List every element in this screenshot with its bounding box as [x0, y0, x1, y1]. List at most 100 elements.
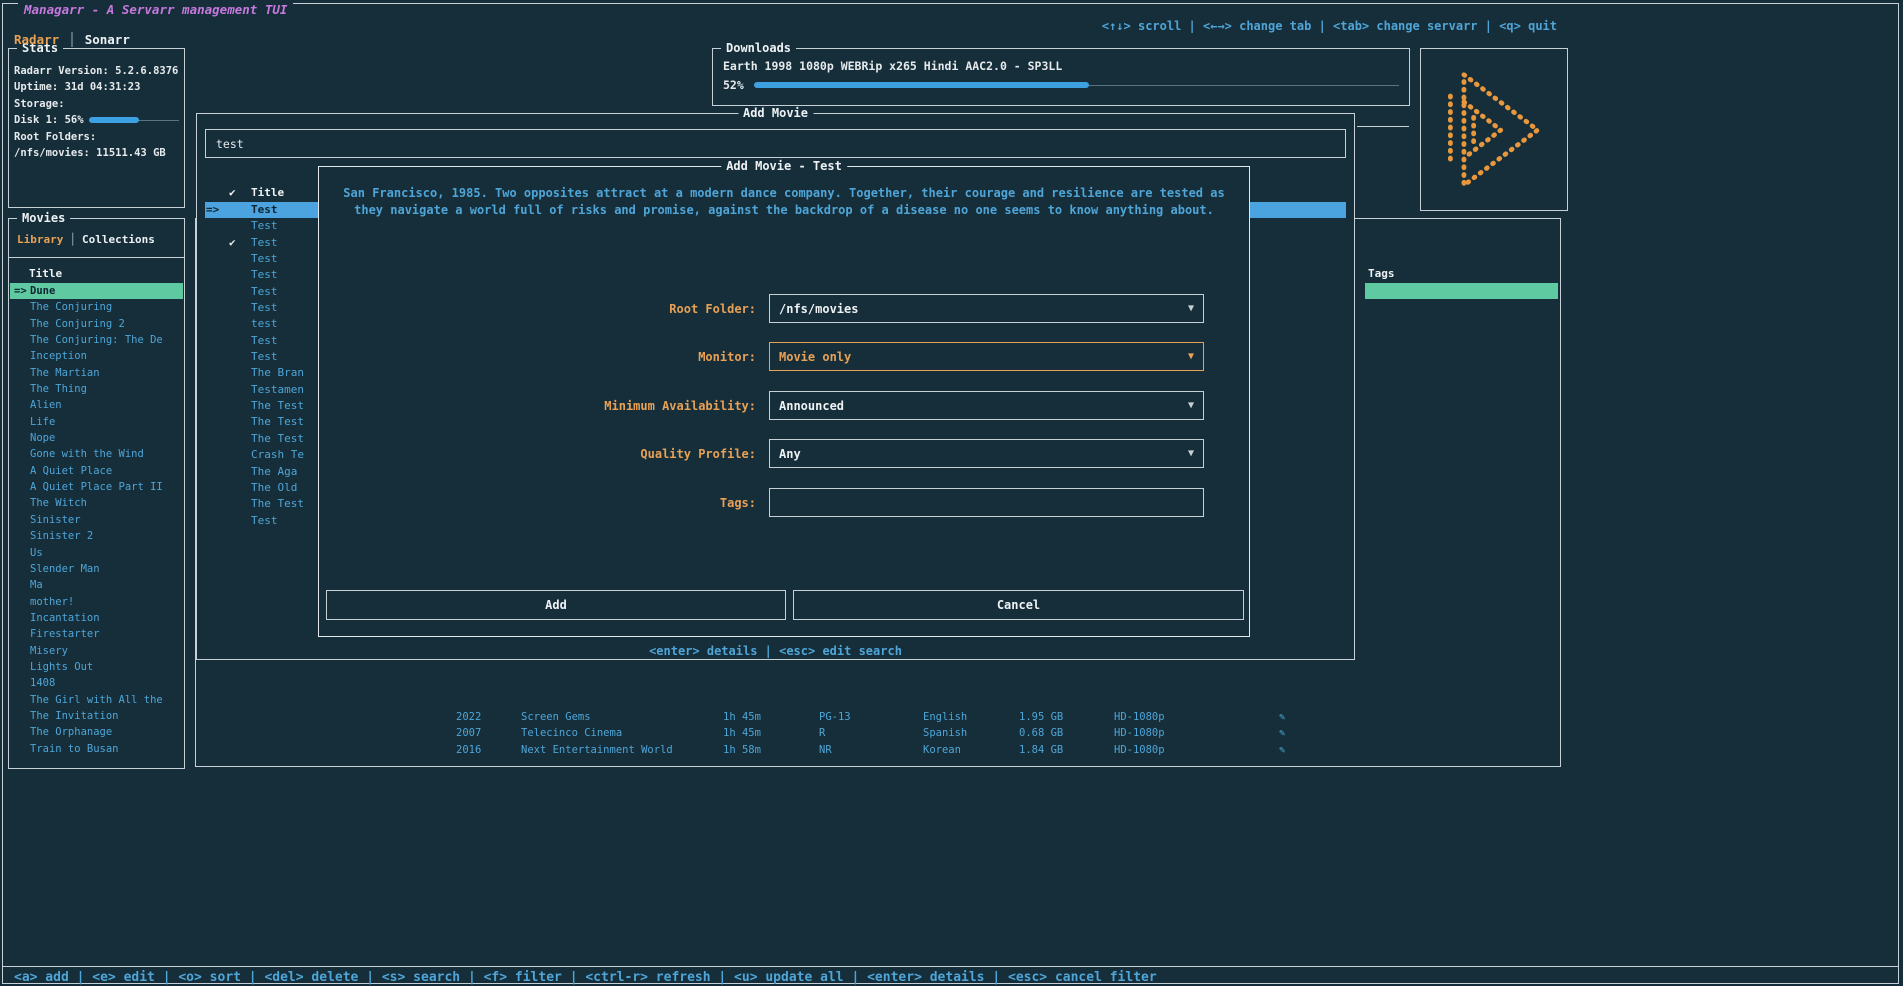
- language-cell: English: [923, 709, 967, 725]
- movie-row[interactable]: Ma: [10, 577, 183, 593]
- result-title: Test: [251, 301, 278, 314]
- tab-radarr[interactable]: Radarr: [14, 32, 59, 47]
- chevron-down-icon: ▼: [1188, 351, 1194, 362]
- movie-row[interactable]: Inception: [10, 348, 183, 364]
- movie-row[interactable]: Gone with the Wind: [10, 446, 183, 462]
- minimum-availability-row: Minimum Availability: Announced ▼: [339, 391, 1204, 420]
- movie-title: Us: [30, 547, 43, 559]
- movie-row[interactable]: Incantation: [10, 610, 183, 626]
- tags-label: Tags:: [339, 496, 769, 510]
- monitor-select[interactable]: Movie only ▼: [769, 342, 1204, 371]
- disk-usage-gauge: [89, 116, 179, 124]
- movie-row[interactable]: The Conjuring 2: [10, 316, 183, 332]
- minimum-availability-select[interactable]: Announced ▼: [769, 391, 1204, 420]
- root-folder-select[interactable]: /nfs/movies ▼: [769, 294, 1204, 323]
- movie-title: Train to Busan: [30, 743, 119, 755]
- download-progress-row: 52%: [713, 73, 1409, 92]
- movie-row[interactable]: Slender Man: [10, 561, 183, 577]
- certification-cell: R: [819, 725, 825, 741]
- movie-row[interactable]: The Martian: [10, 365, 183, 381]
- movie-search-box[interactable]: [205, 129, 1346, 158]
- movie-row[interactable]: Alien: [10, 397, 183, 413]
- movie-row[interactable]: Us: [10, 545, 183, 561]
- add-button[interactable]: Add: [326, 590, 786, 620]
- movie-title: The Conjuring: [30, 301, 112, 313]
- result-title: Test: [251, 285, 278, 298]
- table-row[interactable]: 2007 Telecinco Cinema 1h 45m R Spanish 0…: [196, 725, 1560, 741]
- movie-row[interactable]: Misery: [10, 643, 183, 659]
- movie-row[interactable]: The Conjuring: The De: [10, 332, 183, 348]
- tab-sonarr[interactable]: Sonarr: [85, 32, 130, 47]
- chevron-down-icon: ▼: [1188, 303, 1194, 314]
- language-cell: Korean: [923, 742, 961, 758]
- result-title: Crash Te: [251, 448, 304, 461]
- movie-row[interactable]: Firestarter: [10, 626, 183, 642]
- movie-title: Alien: [30, 399, 62, 411]
- language-cell: Spanish: [923, 725, 967, 741]
- movie-row[interactable]: 1408: [10, 675, 183, 691]
- movie-row[interactable]: The Orphanage: [10, 724, 183, 740]
- footer-separator-line: [3, 966, 1898, 967]
- runtime-cell: 1h 45m: [723, 709, 761, 725]
- pencil-icon: ✎: [1279, 709, 1285, 725]
- root-folder-value: /nfs/movies: 11511.43 GB: [14, 145, 179, 161]
- quality-profile-label: Quality Profile:: [339, 447, 769, 461]
- movie-title: Incantation: [30, 612, 100, 624]
- movie-title: The Thing: [30, 383, 87, 395]
- movie-row[interactable]: A Quiet Place Part II: [10, 479, 183, 495]
- size-cell: 1.95 GB: [1019, 709, 1063, 725]
- movie-row[interactable]: The Thing: [10, 381, 183, 397]
- app-title: Managarr - A Servarr management TUI: [18, 2, 293, 17]
- runtime-cell: 1h 45m: [723, 725, 761, 741]
- minimum-availability-label: Minimum Availability:: [339, 399, 769, 413]
- movie-row[interactable]: mother!: [10, 594, 183, 610]
- tab-library[interactable]: Library: [17, 233, 63, 246]
- result-title: The Test: [251, 432, 304, 445]
- movie-row[interactable]: Nope: [10, 430, 183, 446]
- result-title: Test: [251, 514, 278, 527]
- movie-row[interactable]: The Witch: [10, 495, 183, 511]
- size-cell: 1.84 GB: [1019, 742, 1063, 758]
- downloads-panel-title: Downloads: [721, 41, 796, 55]
- title-column-header: Title: [29, 267, 62, 280]
- result-title: Test: [251, 334, 278, 347]
- storage-heading: Storage:: [14, 96, 179, 112]
- tabs-separator-line: [9, 257, 184, 258]
- disk-usage-label: Disk 1: 56%: [14, 112, 84, 128]
- movie-row[interactable]: The Girl with All the: [10, 692, 183, 708]
- tab-separator: │: [68, 32, 76, 47]
- result-title: Test: [251, 268, 278, 281]
- footer-keybind-help: <a> add | <e> edit | <o> sort | <del> de…: [14, 970, 1157, 985]
- top-keybind-help: <↑↓> scroll | <←→> change tab | <tab> ch…: [1102, 19, 1557, 33]
- result-title: Test: [251, 252, 278, 265]
- movie-row[interactable]: The Invitation: [10, 708, 183, 724]
- movie-title: mother!: [30, 596, 74, 608]
- movie-row[interactable]: The Conjuring: [10, 299, 183, 315]
- selected-row-highlight: [1365, 283, 1558, 299]
- check-column-header: ✔: [229, 186, 251, 199]
- monitor-value: Movie only: [779, 350, 851, 364]
- selected-row-marker: =>: [14, 283, 30, 299]
- tags-input[interactable]: [769, 488, 1204, 517]
- movie-title: The Girl with All the: [30, 694, 163, 706]
- cancel-button[interactable]: Cancel: [793, 590, 1244, 620]
- movie-row[interactable]: Sinister: [10, 512, 183, 528]
- stats-body: Radarr Version: 5.2.6.8376 Uptime: 31d 0…: [9, 49, 184, 161]
- movie-row[interactable]: Sinister 2: [10, 528, 183, 544]
- root-folders-heading: Root Folders:: [14, 129, 179, 145]
- table-row[interactable]: 2022 Screen Gems 1h 45m PG-13 English 1.…: [196, 709, 1560, 725]
- logo-panel: [1420, 48, 1568, 211]
- add-movie-details-popup: Add Movie - Test San Francisco, 1985. Tw…: [318, 166, 1250, 637]
- movie-search-input[interactable]: [214, 136, 1337, 152]
- quality-profile-select[interactable]: Any ▼: [769, 439, 1204, 468]
- servarr-tabs: Radarr │ Sonarr: [14, 32, 139, 47]
- table-row[interactable]: 2016 Next Entertainment World 1h 58m NR …: [196, 742, 1560, 758]
- movie-row[interactable]: Train to Busan: [10, 741, 183, 757]
- root-folder-row: Root Folder: /nfs/movies ▼: [339, 294, 1204, 323]
- movie-row[interactable]: =>Dune: [10, 283, 183, 299]
- movie-row[interactable]: A Quiet Place: [10, 463, 183, 479]
- year-cell: 2007: [456, 725, 481, 741]
- movie-row[interactable]: Life: [10, 414, 183, 430]
- tab-collections[interactable]: Collections: [82, 233, 155, 246]
- movie-row[interactable]: Lights Out: [10, 659, 183, 675]
